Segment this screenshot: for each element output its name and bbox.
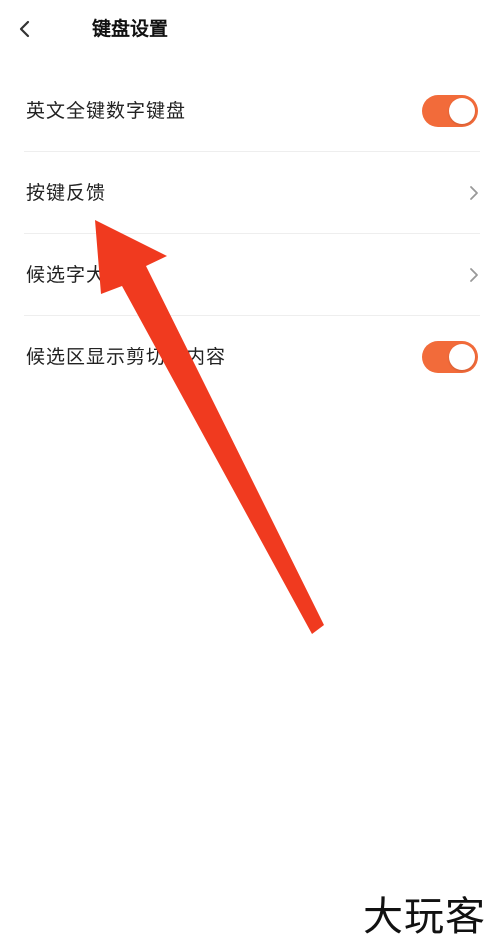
setting-label: 候选区显示剪切板内容	[26, 346, 227, 368]
setting-row-show-clipboard: 候选区显示剪切板内容	[0, 316, 500, 398]
faint-watermark-text: 乐玩客	[167, 441, 215, 505]
back-button[interactable]	[8, 12, 42, 46]
toggle-knob	[449, 98, 475, 124]
header-bar: 键盘设置	[0, 0, 500, 62]
setting-row-key-feedback[interactable]: 按键反馈	[0, 152, 500, 234]
chevron-left-icon	[19, 20, 30, 38]
show-clipboard-toggle[interactable]	[422, 341, 478, 373]
setting-label: 按键反馈	[26, 182, 107, 204]
setting-row-english-full-keyboard-numbers: 英文全键数字键盘	[0, 70, 500, 152]
toggle-knob	[449, 344, 475, 370]
setting-row-candidate-size[interactable]: 候选字大	[0, 234, 500, 316]
chevron-right-icon	[464, 265, 484, 285]
setting-label: 候选字大	[26, 264, 107, 286]
english-number-keyboard-toggle[interactable]	[422, 95, 478, 127]
chevron-right-icon	[464, 183, 484, 203]
settings-list: 英文全键数字键盘 按键反馈 候选字大 候选区显示剪切板内容	[0, 70, 500, 398]
page-title: 键盘设置	[92, 18, 169, 40]
setting-label: 英文全键数字键盘	[26, 100, 187, 122]
brand-watermark: 大玩客	[363, 894, 486, 940]
